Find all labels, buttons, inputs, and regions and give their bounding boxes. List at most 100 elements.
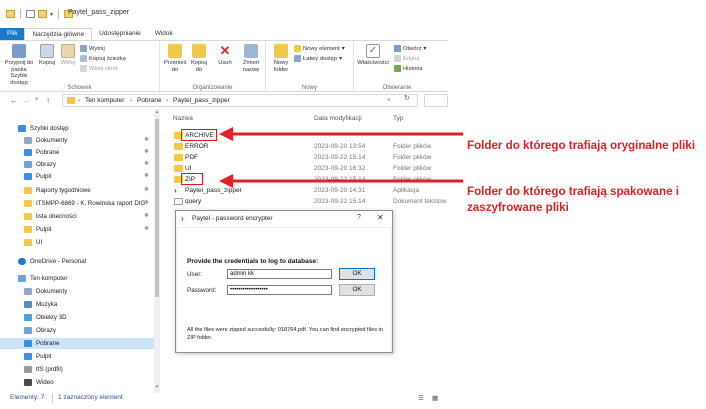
archive-annotation: Folder do którego trafiają oryginalne pl… [467,139,696,152]
refresh-icon[interactable]: ↻ [404,94,410,102]
new-folder-icon[interactable] [38,10,47,18]
file-date: 2023-09-20 13:54 [314,143,366,150]
nav-item-music[interactable]: Muzyka [0,299,154,310]
nav-item-3d-objects[interactable]: Obiekty 3D [0,312,154,323]
file-row-query[interactable]: query 2023-09-22 15:14 Dokument tekstow [171,196,448,207]
nav-item-itsmpp-report[interactable]: ITSMPP-6869 - K. Rowinska raport DIG ✱ [0,198,154,209]
help-button[interactable]: ? [357,214,361,221]
paste-shortcut-button[interactable]: Wklej skrót [80,65,117,72]
chevron-down-icon: ▾ [341,45,345,52]
nav-item-pictures[interactable]: Obrazy ✱ [0,159,154,170]
file-type: Folder plików [393,176,432,183]
close-button[interactable]: ✕ [377,213,384,222]
item-count: Elementy: 7 [10,394,45,401]
back-arrow-icon[interactable]: ← [10,96,18,105]
pin-quick-access-button[interactable]: Przypnij do paska Szybki dostęp [3,44,35,86]
nav-item-quick-access[interactable]: Szybki dostęp [0,123,154,134]
password-ok-button[interactable]: OK [339,284,375,296]
nav-item-label: Obrazy [36,327,56,334]
nav-item-this-pc[interactable]: Ten komputer [0,273,154,284]
scroll-down-icon[interactable]: ▾ [154,384,160,390]
history-icon [394,65,401,72]
column-header-date[interactable]: Data modyfikacji [314,115,362,122]
archive-highlight [181,129,217,141]
nav-item-pictures-pc[interactable]: Obrazy [0,325,154,336]
file-row-app[interactable]: › Paytel_pass_zipper 2023-09-20 14:31 Ap… [171,185,448,196]
copy-button[interactable]: Kopiuj [38,44,56,67]
nav-item-documents-pc[interactable]: Dokumenty [0,286,154,297]
tab-view[interactable]: Widok [148,28,180,40]
recent-locations-icon[interactable]: ˅ [35,97,39,103]
nav-item-network-drive[interactable]: tfS (prdfil) [0,364,154,375]
tiles-view-icon[interactable]: ▦ [432,394,438,402]
scrollbar-thumb[interactable] [155,119,159,297]
tab-home[interactable]: Narzędzia główne [24,28,93,40]
user-ok-button[interactable]: OK [339,268,375,280]
history-button[interactable]: Historia [394,65,423,72]
breadcrumb-this-pc[interactable]: Ten komputer [85,97,124,104]
breadcrumb-downloads[interactable]: Pobrane [137,97,162,104]
cut-button[interactable]: Wytnij [80,45,105,52]
new-folder-button[interactable]: Nowy folder [270,44,292,73]
chevron-down-icon[interactable]: ˅ [387,97,391,104]
column-header-name[interactable]: Nazwa [173,115,193,122]
delete-button[interactable]: ✕ Usuń [215,44,235,67]
copy-to-button[interactable]: Kopiuj do [188,44,210,73]
file-date: 2023-09-22 15:14 [314,154,366,161]
edit-icon [394,55,401,62]
nav-item-downloads[interactable]: Pobrane ✱ [0,147,154,158]
nav-item-desktop-pc[interactable]: Pulpit [0,351,154,362]
file-row-error[interactable]: ERROR 2023-09-20 13:54 Folder plików [171,141,448,152]
documents-icon [24,288,32,295]
file-row-zip[interactable]: ZIP 2023-09-22 15:14 Folder plików [171,174,448,185]
paste-button[interactable]: Wklej [59,44,77,67]
file-row-ui[interactable]: UI 2023-09-20 16:32 Folder plików [171,163,448,174]
history-label: Historia [403,65,423,72]
password-encrypter-dialog: › Paytel - password encrypter ? ✕ Provid… [175,210,393,353]
nav-item-videos[interactable]: Wideo [0,377,154,388]
customize-toolbar-icon[interactable]: ▾ [50,11,53,18]
file-name: query [185,198,202,205]
properties-icon[interactable] [26,10,35,18]
details-view-icon[interactable]: ☰ [418,394,424,402]
copy-icon [40,44,54,58]
up-arrow-icon[interactable]: ↑ [46,96,50,105]
easy-access-button[interactable]: Łatwy dostęp ▾ [294,55,342,62]
nav-item-onedrive[interactable]: OneDrive - Personal [0,256,154,267]
breadcrumb-current-folder[interactable]: Paytel_pass_zipper [173,97,230,104]
password-input[interactable]: •••••••••••••••••• [227,285,332,295]
paste-label: Wklej [60,60,76,66]
move-to-button[interactable]: Przenieś do [164,44,187,73]
open-button[interactable]: Otwórz ▾ [394,45,426,52]
tab-share[interactable]: Udostępnianie [92,28,148,40]
user-input[interactable]: admin kk [227,269,332,279]
nav-item-label: Obiekty 3D [36,314,67,321]
new-item-button[interactable]: Nowy element ▾ [294,45,345,52]
password-label: Password: [187,287,217,294]
nav-item-downloads-pc[interactable]: Pobrane [0,338,154,349]
rename-button[interactable]: Zmień nazwę [239,44,263,73]
nav-item-desktop[interactable]: Pulpit ✱ [0,171,154,182]
forward-arrow-icon[interactable]: → [22,96,30,105]
file-row-pdf[interactable]: PDF 2023-09-22 15:14 Folder plików [171,152,448,163]
chevron-right-icon: › [130,97,133,104]
status-separator [52,394,53,403]
edit-button[interactable]: Edytuj [394,55,419,62]
nav-item-attendance-list[interactable]: lista obecności ✱ [0,211,154,222]
pin-icon: ✱ [144,187,150,193]
nav-item-desktop-2[interactable]: Pulpit ✱ [0,224,154,235]
pin-label: Przypnij do paska Szybki dostęp [4,60,34,86]
tab-file[interactable]: Plik [0,28,25,40]
nav-item-weekly-reports[interactable]: Raporty tygodniowe ✱ [0,185,154,196]
paste-shortcut-label: Wklej skrót [89,65,118,72]
address-bar[interactable]: › Ten komputer › Pobrane › Paytel_pass_z… [62,94,418,107]
nav-item-ui[interactable]: UI [0,237,154,248]
easy-access-label: Łatwy dostęp [303,55,338,62]
column-header-type[interactable]: Typ [393,115,403,122]
scroll-up-icon[interactable]: ▴ [154,109,160,115]
properties-button[interactable]: ✓ Właściwości [357,44,389,67]
copy-path-button[interactable]: Kopiuj ścieżkę [80,55,126,62]
nav-item-documents[interactable]: Dokumenty ✱ [0,135,154,146]
nav-scrollbar[interactable]: ▴ ▾ [154,109,160,393]
search-input[interactable] [424,94,448,107]
